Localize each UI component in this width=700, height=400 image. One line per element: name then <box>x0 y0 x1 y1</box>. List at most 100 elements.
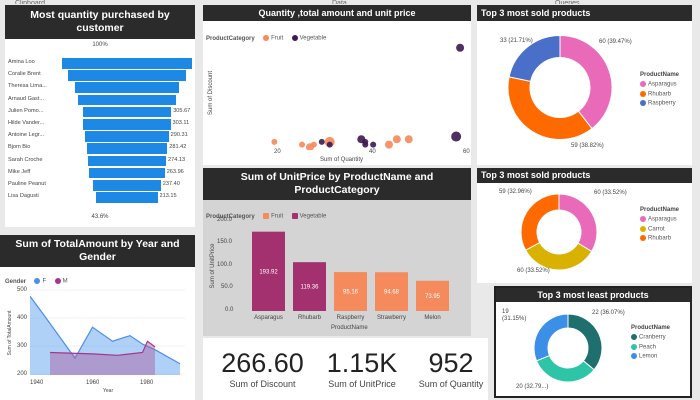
funnel-row-value: 274.13 <box>168 156 186 163</box>
funnel-row-value: 290.31 <box>170 132 188 139</box>
scatter-point-vegetable[interactable] <box>370 141 377 148</box>
donut2-legend: ProductName Asparagus Carrot Rhubarb <box>640 207 681 242</box>
donut-slice-carrot[interactable] <box>524 241 593 271</box>
funnel-bar[interactable] <box>67 70 187 81</box>
donut2-title: Top 3 most sold products <box>477 168 692 183</box>
funnel-row-value: 303.11 <box>172 120 190 126</box>
scatter-xtick-60: 60 <box>463 149 470 155</box>
donut3-title: Top 3 most least products <box>496 288 690 302</box>
donut-slice-asparagus[interactable] <box>559 34 613 130</box>
donut3-legend-cranberry[interactable]: Cranberry <box>631 334 666 341</box>
kpi-unitprice-value: 1.15K <box>326 348 398 378</box>
bar-ytick-50: 50.0 <box>221 284 233 290</box>
donut1-panel[interactable]: Top 3 most sold products 60 (39.47%) 59 … <box>477 5 692 165</box>
funnel-row-name: Sarah Croche <box>8 156 43 163</box>
line-ytick-400: 400 <box>17 315 28 321</box>
funnel-bar[interactable] <box>82 106 172 118</box>
funnel-bar[interactable] <box>89 167 165 179</box>
line-plot <box>30 289 185 375</box>
donut-slice-lemon[interactable] <box>533 313 569 362</box>
donut3-legend-lemon[interactable]: Lemon <box>631 353 666 360</box>
funnel-row-value: 281.42 <box>169 144 187 151</box>
funnel-bar[interactable] <box>62 58 192 69</box>
bar-panel[interactable]: Sum of UnitPrice by ProductName and Prod… <box>203 168 471 336</box>
funnel-bar[interactable] <box>78 94 176 106</box>
funnel-bar[interactable] <box>85 131 169 142</box>
kpi-quantity[interactable]: 952 Sum of Quantity <box>415 348 487 389</box>
line-panel[interactable]: Sum of TotalAmount by Year and Gender Ge… <box>0 235 195 400</box>
scatter-point-fruit[interactable] <box>299 141 306 148</box>
donut2-legend-title: ProductName <box>640 207 680 213</box>
funnel-top-label: 100% <box>92 42 108 48</box>
line-xtick-1960: 1960 <box>86 380 100 386</box>
donut2-legend-rhubarb[interactable]: Rhubarb <box>640 235 677 242</box>
donut1-legend-rhubarb[interactable]: Rhubarb <box>640 90 677 97</box>
kpi-discount-label: Sum of Discount <box>229 379 296 389</box>
scatter-point-fruit[interactable] <box>384 140 393 149</box>
scatter-point-vegetable[interactable] <box>326 141 333 148</box>
bar-xlabel: ProductName <box>331 325 368 331</box>
donut3-legend-title: ProductName <box>631 325 671 331</box>
scatter-xtick-20: 20 <box>274 149 281 155</box>
funnel-row-value: 263.96 <box>166 168 184 175</box>
bar-ylabel: Sum of UnitPrice <box>210 243 216 289</box>
scatter-point-fruit[interactable] <box>404 135 413 144</box>
line-title: Sum of TotalAmount by Year and Gender <box>0 235 195 267</box>
funnel-row-name: Lisa Dagusti <box>8 193 39 200</box>
donut2-chart <box>520 193 598 271</box>
donut1-label-asparagus: 60 (39.47%) <box>599 39 632 45</box>
kpi-quantity-value: 952 <box>428 348 474 378</box>
ribbon-data-label: Data <box>332 0 347 4</box>
scatter-xtick-40: 40 <box>369 149 376 155</box>
kpi-unitprice-label: Sum of UnitPrice <box>328 379 396 389</box>
funnel-bar[interactable] <box>86 143 168 155</box>
kpi-panel: 266.60 Sum of Discount 1.15K Sum of Unit… <box>203 338 488 400</box>
donut2-legend-carrot[interactable]: Carrot <box>640 225 677 232</box>
funnel-row-name: Julien Pomo... <box>8 107 44 114</box>
donut3-label-lemon: 19 (31.15%) <box>502 309 527 322</box>
line-legend-m[interactable]: M <box>54 278 68 285</box>
donut3-legend-peach[interactable]: Peach <box>631 343 666 350</box>
scatter-point-vegetable[interactable] <box>451 131 462 142</box>
scatter-title: Quantity ,total amount and unit price <box>203 5 471 21</box>
funnel-panel[interactable]: Most quantity purchased by customer 100%… <box>5 5 195 227</box>
funnel-bar[interactable] <box>75 82 179 94</box>
scatter-plot <box>271 43 465 150</box>
donut1-legend-asparagus[interactable]: Asparagus <box>640 81 677 88</box>
funnel-row-name: Hilde Vander... <box>8 120 45 126</box>
funnel-bar[interactable] <box>96 192 158 203</box>
donut-slice-cranberry[interactable] <box>567 313 603 371</box>
line-ylabel: Sum of TotalAmount <box>7 310 13 356</box>
line-legend-f[interactable]: F <box>34 278 46 285</box>
kpi-discount[interactable]: 266.60 Sum of Discount <box>215 348 310 389</box>
funnel-bar[interactable] <box>93 180 161 191</box>
donut1-legend-raspberry[interactable]: Raspberry <box>640 100 677 107</box>
bar-ytick-200: 200.0 <box>217 217 233 223</box>
scatter-point-fruit[interactable] <box>271 138 278 145</box>
scatter-xlabel: Sum of Quantity <box>320 157 364 163</box>
scatter-point-fruit[interactable] <box>310 141 317 148</box>
bar-value-label: 193.92 <box>259 269 278 275</box>
scatter-point-vegetable[interactable] <box>318 138 325 145</box>
bar-value-label: 73.95 <box>425 294 441 300</box>
scatter-panel[interactable]: Quantity ,total amount and unit price Pr… <box>203 5 471 165</box>
funnel-bar[interactable] <box>83 119 171 130</box>
kpi-discount-value: 266.60 <box>221 348 304 378</box>
donut1-label-rhubarb: 59 (38.82%) <box>571 143 604 149</box>
donut3-panel[interactable]: Top 3 most least products 22 (36.07%) 20… <box>494 286 692 398</box>
funnel-bar[interactable] <box>88 155 166 167</box>
donut-slice-rhubarb[interactable] <box>507 76 593 140</box>
bar-category-label: Asparagus <box>254 315 283 321</box>
bar-value-label: 94.68 <box>384 290 400 296</box>
scatter-point-fruit[interactable] <box>392 135 401 144</box>
donut2-legend-asparagus[interactable]: Asparagus <box>640 216 677 223</box>
donut3-chart <box>533 313 603 383</box>
scatter-point-vegetable[interactable] <box>456 43 465 52</box>
donut3-label-peach: 20 (32.79...) <box>516 384 549 390</box>
kpi-unitprice[interactable]: 1.15K Sum of UnitPrice <box>316 348 408 389</box>
scatter-ylabel: Sum of Discount <box>208 70 214 116</box>
donut2-panel[interactable]: Top 3 most sold products 60 (33.52%) 60 … <box>477 168 692 283</box>
scatter-point-vegetable[interactable] <box>362 141 369 148</box>
donut-slice-rhubarb[interactable] <box>520 193 560 251</box>
donut1-legend: ProductName Asparagus Rhubarb Raspberry <box>640 72 681 107</box>
